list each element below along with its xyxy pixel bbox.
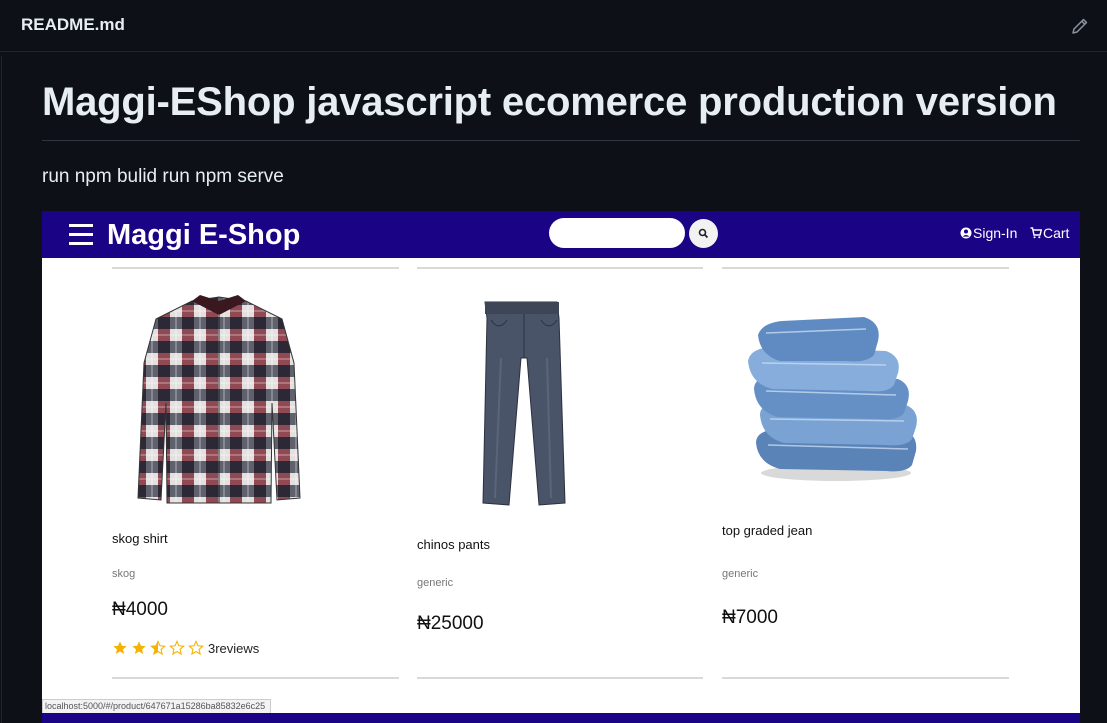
product-brand: generic xyxy=(722,568,759,580)
cart-icon xyxy=(1030,227,1043,239)
card-divider xyxy=(112,267,399,269)
cart-label: Cart xyxy=(1043,225,1070,241)
star-full-icon xyxy=(113,641,127,654)
signin-link[interactable]: Sign-In xyxy=(960,225,1017,241)
search-icon xyxy=(698,228,709,239)
star-half-icon xyxy=(150,640,166,656)
status-bar-url: localhost:5000/#/product/647671a15286ba8… xyxy=(42,699,271,713)
readme-title: Maggi-EShop javascript ecomerce producti… xyxy=(42,80,1057,124)
content-border xyxy=(1,56,2,723)
star-empty-icon xyxy=(188,640,204,656)
star-full-icon xyxy=(132,641,146,654)
product-price: ₦4000 xyxy=(112,599,168,620)
pants-image[interactable] xyxy=(477,298,572,508)
card-divider xyxy=(112,677,399,679)
card-divider xyxy=(417,677,703,679)
product-price: ₦7000 xyxy=(722,607,778,628)
star-empty-icon xyxy=(169,640,185,656)
signin-label: Sign-In xyxy=(973,225,1018,241)
search-input[interactable] xyxy=(549,218,685,248)
card-divider xyxy=(722,267,1009,269)
product-brand: skog xyxy=(112,568,136,580)
product-price: ₦25000 xyxy=(417,613,484,634)
card-divider xyxy=(722,677,1009,679)
card-divider xyxy=(417,267,703,269)
product-name[interactable]: chinos pants xyxy=(417,537,490,552)
embedded-screenshot: Maggi E-Shop Sign-In Cart skog shirt sko… xyxy=(42,211,1080,713)
reviews-count[interactable]: 3reviews xyxy=(208,641,259,656)
readme-filename: README.md xyxy=(21,15,125,34)
shop-footer-strip xyxy=(42,713,1080,723)
cart-link[interactable]: Cart xyxy=(1030,225,1069,241)
product-brand: generic xyxy=(417,577,454,589)
folded-jeans-image[interactable] xyxy=(736,303,926,493)
search-button[interactable] xyxy=(689,219,718,248)
readme-header: README.md xyxy=(0,0,1107,52)
product-name[interactable]: skog shirt xyxy=(112,531,168,546)
user-circle-icon xyxy=(960,227,972,239)
title-divider xyxy=(42,140,1080,141)
product-name[interactable]: top graded jean xyxy=(722,523,812,538)
hamburger-menu-icon[interactable] xyxy=(69,224,93,245)
shop-navbar: Maggi E-Shop Sign-In Cart xyxy=(42,211,1080,258)
readme-paragraph: run npm bulid run npm serve xyxy=(42,166,284,187)
plaid-shirt-image[interactable] xyxy=(134,293,304,508)
pencil-edit-icon[interactable] xyxy=(1070,16,1090,36)
product-rating: 3reviews xyxy=(112,640,259,656)
shop-brand[interactable]: Maggi E-Shop xyxy=(107,219,300,252)
